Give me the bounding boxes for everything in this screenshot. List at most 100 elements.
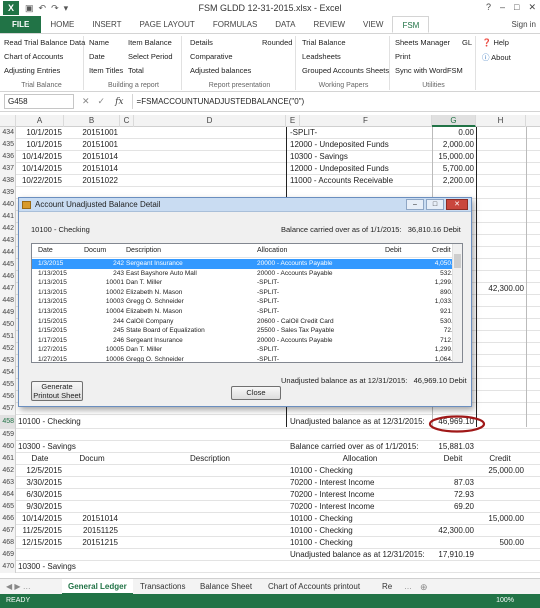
sign-in-link[interactable]: Sign in: [512, 16, 536, 34]
cell-docum[interactable]: 20151014: [66, 513, 118, 525]
trial-balance-button[interactable]: Trial Balance: [302, 38, 346, 47]
sheet-tab-general-ledger[interactable]: General Ledger: [62, 579, 133, 595]
row-number[interactable]: 452: [0, 343, 16, 355]
row-number[interactable]: 438: [0, 175, 16, 187]
cell-allocation[interactable]: 11000 - Accounts Receivable: [290, 175, 430, 187]
tab-review[interactable]: REVIEW: [304, 16, 354, 33]
row-number[interactable]: 458: [0, 415, 16, 429]
cell-docum[interactable]: 20151001: [66, 139, 118, 151]
help-button[interactable]: ?: [486, 2, 491, 13]
close-dialog-button[interactable]: Close: [231, 386, 281, 400]
table-row[interactable]: 462 12/5/2015 10100 - Checking 25,000.00: [0, 465, 540, 477]
column-header-a[interactable]: A: [16, 115, 64, 127]
read-trial-balance-button[interactable]: Read Trial Balance Data: [4, 38, 85, 47]
row-number[interactable]: 461: [0, 453, 16, 465]
cell-docum[interactable]: 20151014: [66, 151, 118, 163]
dialog-close-button[interactable]: ✕: [446, 199, 468, 210]
cell-allocation[interactable]: 10100 - Checking: [290, 537, 430, 549]
row-number[interactable]: 465: [0, 501, 16, 513]
cell-date[interactable]: 9/30/2015: [18, 501, 62, 513]
table-row[interactable]: 463 3/30/2015 70200 - Interest Income 87.03: [0, 477, 540, 489]
cell-debit[interactable]: 87.03: [432, 477, 474, 489]
row-number[interactable]: 448: [0, 295, 16, 307]
row-number[interactable]: 466: [0, 513, 16, 525]
list-header-date[interactable]: Date: [38, 244, 53, 258]
about-link[interactable]: ⓘ About: [482, 52, 511, 63]
adjusting-entries-button[interactable]: Adjusting Entries: [4, 66, 60, 75]
cell-amount[interactable]: 15,881.03: [432, 441, 474, 453]
table-row[interactable]: 436 10/14/2015 20151014 10300 - Savings 15,0…: [0, 151, 540, 163]
enter-icon[interactable]: ✓: [98, 96, 106, 107]
list-item[interactable]: 1/27/2015 10006 Gregg O. Schneider -SPLIT- 1…: [32, 355, 460, 362]
table-row[interactable]: 466 10/14/2015 20151014 10100 - Checking 15,…: [0, 513, 540, 525]
cell-label[interactable]: Balance carried over as of 1/1/2015:: [290, 441, 430, 453]
zoom-level[interactable]: 100%: [496, 594, 514, 608]
list-item[interactable]: 1/15/2015 244 CalOil Company 20600 - CalOil…: [32, 317, 460, 327]
table-row[interactable]: 460 10300 - Savings Balance carried over a…: [0, 441, 540, 453]
table-row[interactable]: 461 Date Docum Description Allocation Debit Cr…: [0, 453, 540, 465]
close-button[interactable]: ✕: [528, 2, 536, 13]
minimize-button[interactable]: –: [500, 2, 505, 13]
row-number[interactable]: 442: [0, 223, 16, 235]
fx-icon[interactable]: fx: [115, 97, 123, 107]
table-row[interactable]: 465 9/30/2015 70200 - Interest Income 69.20: [0, 501, 540, 513]
cell-debit[interactable]: 72.93: [432, 489, 474, 501]
row-number[interactable]: 441: [0, 211, 16, 223]
row-number[interactable]: 463: [0, 477, 16, 489]
cell-date[interactable]: 10/14/2015: [18, 151, 62, 163]
select-period-button[interactable]: Select Period: [128, 52, 173, 61]
row-number[interactable]: 451: [0, 331, 16, 343]
tab-formulas[interactable]: FORMULAS: [204, 16, 266, 33]
cell-allocation[interactable]: 70200 - Interest Income: [290, 501, 430, 513]
cell-amount[interactable]: 2,000.00: [432, 139, 474, 151]
cell-docum[interactable]: 20151125: [66, 525, 118, 537]
total-button[interactable]: Total: [128, 66, 144, 75]
cell-credit[interactable]: 42,300.00: [476, 283, 524, 295]
row-number[interactable]: 447: [0, 283, 16, 295]
row-number[interactable]: 464: [0, 489, 16, 501]
list-item[interactable]: 1/15/2015 245 State Board of Equalization 2…: [32, 326, 460, 336]
table-row[interactable]: 437 10/14/2015 20151014 12000 - Undeposited…: [0, 163, 540, 175]
cell-amount[interactable]: 2,200.00: [432, 175, 474, 187]
cell-date[interactable]: 6/30/2015: [18, 489, 62, 501]
header-date[interactable]: Date: [18, 453, 62, 465]
cell-label[interactable]: Unadjusted balance as at 12/31/2015:: [290, 415, 430, 429]
row-number[interactable]: 453: [0, 355, 16, 367]
formula-input[interactable]: =FSMACCOUNTUNADJUSTEDBALANCE("0"): [131, 94, 540, 109]
cell-allocation[interactable]: 12000 - Undeposited Funds: [290, 139, 430, 151]
cell-credit[interactable]: 25,000.00: [476, 465, 524, 477]
cell-account-name[interactable]: 10300 - Savings: [18, 441, 138, 453]
cell-docum[interactable]: 20151022: [66, 175, 118, 187]
list-item[interactable]: 1/13/2015 10003 Gregg O. Schneider -SPLIT- 1…: [32, 297, 460, 307]
header-credit[interactable]: Credit: [476, 453, 524, 465]
cell-credit[interactable]: 15,000.00: [476, 513, 524, 525]
cancel-icon[interactable]: ✕: [82, 96, 90, 107]
row-number[interactable]: 462: [0, 465, 16, 477]
column-header-c[interactable]: C: [120, 115, 134, 127]
row-number[interactable]: 449: [0, 307, 16, 319]
sheet-tab-balance-sheet[interactable]: Balance Sheet: [194, 579, 258, 595]
leadsheets-button[interactable]: Leadsheets: [302, 52, 341, 61]
comparative-checkbox[interactable]: Comparative: [190, 52, 233, 61]
cell-debit[interactable]: 69.20: [432, 501, 474, 513]
cell-date[interactable]: 12/15/2015: [18, 537, 62, 549]
tab-view[interactable]: VIEW: [354, 16, 392, 33]
cell-debit[interactable]: 42,300.00: [432, 525, 474, 537]
header-docum[interactable]: Docum: [66, 453, 118, 465]
print-button[interactable]: Print: [395, 52, 410, 61]
cell-date[interactable]: 10/1/2015: [18, 127, 62, 139]
cell-allocation[interactable]: 10100 - Checking: [290, 513, 430, 525]
sync-wordfsm-button[interactable]: Sync with WordFSM: [395, 66, 463, 75]
list-item[interactable]: 1/17/2015 246 Sergeant Insurance 20000 - Ac…: [32, 336, 460, 346]
table-row[interactable]: 434 10/1/2015 20151001 -SPLIT- 0.00: [0, 127, 540, 139]
row-number[interactable]: 454: [0, 367, 16, 379]
table-row[interactable]: 470 10300 - Savings: [0, 561, 540, 573]
row-number[interactable]: 455: [0, 379, 16, 391]
list-header-docum[interactable]: Docum: [84, 244, 106, 258]
row-number[interactable]: 443: [0, 235, 16, 247]
table-row[interactable]: 464 6/30/2015 70200 - Interest Income 72.93: [0, 489, 540, 501]
list-header-description[interactable]: Description: [126, 244, 161, 258]
header-debit[interactable]: Debit: [432, 453, 474, 465]
table-row[interactable]: 467 11/25/2015 20151125 10100 - Checking 42,…: [0, 525, 540, 537]
table-row[interactable]: 435 10/1/2015 20151001 12000 - Undeposited …: [0, 139, 540, 151]
